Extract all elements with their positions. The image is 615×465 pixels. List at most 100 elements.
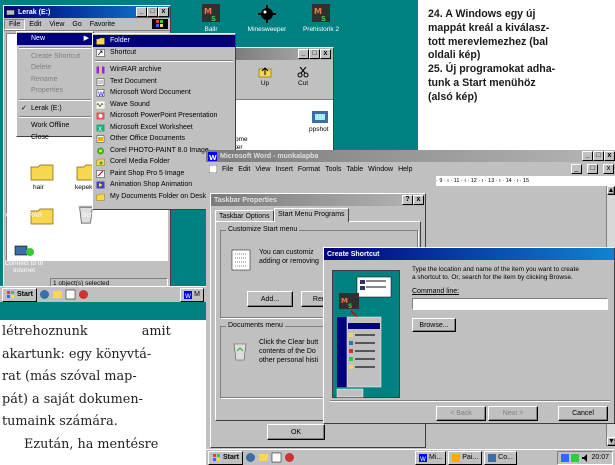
word-menu-format[interactable]: Format xyxy=(298,166,320,173)
article-line: létrehoznunk amit xyxy=(2,321,198,344)
help-button[interactable]: ? xyxy=(402,195,413,205)
up-tool[interactable]: Up xyxy=(253,66,277,87)
menu-file[interactable]: File xyxy=(4,18,26,30)
close-button[interactable]: x xyxy=(413,195,424,205)
create-shortcut-dialog[interactable]: Create Shortcut MS Type the location and… xyxy=(323,247,615,424)
word-menu-window[interactable]: Window xyxy=(368,166,393,173)
menu-item-rename[interactable]: Rename xyxy=(17,74,93,86)
menu-edit[interactable]: Edit xyxy=(25,21,45,28)
submenu-item-winrar[interactable]: WinRAR archive xyxy=(93,64,235,76)
word-menu-help[interactable]: Help xyxy=(398,166,412,173)
maximize-button[interactable]: □ xyxy=(593,151,604,161)
taskbar-button[interactable]: W M xyxy=(180,287,204,302)
submenu-item-text[interactable]: Text Document xyxy=(93,76,235,88)
dialog-title: Taskbar Properties xyxy=(214,196,277,204)
doc-close-button[interactable]: x xyxy=(603,164,614,174)
explorer-behind-toolbar: Up Cut xyxy=(233,60,333,100)
folder-icon[interactable] xyxy=(29,162,55,182)
scroll-down-button[interactable]: ▼ xyxy=(607,437,615,446)
close-button[interactable]: x xyxy=(320,49,331,59)
desktop-icon-label: COMPLRAR xyxy=(5,212,43,219)
speaker-icon[interactable] xyxy=(581,453,589,462)
taskbar-button-control[interactable]: Co... xyxy=(484,450,517,465)
submenu-item-powerpoint[interactable]: Microsoft PowerPoint Presentation xyxy=(93,110,235,122)
desktop-icon-connect-internet[interactable]: Connect to th Internet xyxy=(2,244,46,274)
tray-icon[interactable] xyxy=(561,453,570,462)
bottom-screenshot: W Microsoft Word - munkalapba _ □ x File E… xyxy=(206,150,615,465)
doc-minimize-button[interactable]: _ xyxy=(571,164,582,174)
menu-item-work-offline[interactable]: Work Offline xyxy=(17,120,93,132)
quicklaunch-icon[interactable] xyxy=(39,289,50,300)
word-menu-table[interactable]: Table xyxy=(346,166,363,173)
submenu-item-word[interactable]: W Microsoft Word Document xyxy=(93,87,235,99)
recycle-icon xyxy=(233,343,247,361)
minimize-button[interactable]: _ xyxy=(136,7,147,17)
start-menu-illustration-icon: MS xyxy=(336,276,392,398)
next-button[interactable]: Next > xyxy=(488,406,538,421)
menu-go[interactable]: Go xyxy=(68,21,85,28)
caption-line: tunk a Start menühöz xyxy=(428,76,536,89)
word-menu-tools[interactable]: Tools xyxy=(325,166,341,173)
clock[interactable]: 20:07 xyxy=(591,454,609,461)
explorer-titlebar: Lerak (E:) _ □ x xyxy=(4,6,170,18)
ok-button[interactable]: OK xyxy=(267,424,325,440)
submenu-item-wave[interactable]: Wave Sound xyxy=(93,99,235,111)
scheduled-tasks-label[interactable]: Scheduled Tasks xyxy=(82,212,131,219)
tray-icon[interactable] xyxy=(571,453,580,462)
menu-separator xyxy=(19,46,91,49)
menu-item-new[interactable]: New ▶ xyxy=(17,33,93,45)
word-menu-insert[interactable]: Insert xyxy=(275,166,293,173)
maximize-button[interactable]: □ xyxy=(309,49,320,59)
cut-tool[interactable]: Cut xyxy=(291,66,315,87)
close-button[interactable]: x xyxy=(604,151,615,161)
submenu-item-office[interactable]: Other Office Documents xyxy=(93,133,235,145)
svg-text:W: W xyxy=(185,293,191,299)
quicklaunch-icon[interactable] xyxy=(271,452,282,463)
menu-separator xyxy=(19,116,91,118)
quicklaunch-icon[interactable] xyxy=(245,452,256,463)
maximize-button[interactable]: □ xyxy=(147,7,158,17)
quicklaunch-icon[interactable] xyxy=(52,289,63,300)
menu-item-properties[interactable]: Properties xyxy=(17,85,93,97)
add-button[interactable]: Add... xyxy=(247,291,293,307)
desktop-icon-ballr[interactable]: MS Ballr xyxy=(196,2,226,33)
quicklaunch-icon[interactable] xyxy=(65,289,76,300)
minimize-button[interactable]: _ xyxy=(298,49,309,59)
quicklaunch-icon[interactable] xyxy=(78,289,89,300)
svg-text:S: S xyxy=(211,15,216,23)
desktop-icon-prehistorik[interactable]: MS Prehistorik 2 xyxy=(296,2,346,33)
back-button[interactable]: < Back xyxy=(436,406,486,421)
start-button[interactable]: Start xyxy=(2,287,37,302)
word-menu-file[interactable]: File xyxy=(222,166,233,173)
quicklaunch-icon[interactable] xyxy=(284,452,295,463)
doc-icon xyxy=(209,165,217,173)
submenu-item-shortcut[interactable]: Shortcut xyxy=(93,47,235,59)
desktop-icon-minesweeper[interactable]: Minesweeper xyxy=(243,2,291,33)
menu-favorites[interactable]: Favorite xyxy=(86,21,119,28)
scroll-up-button[interactable]: ▲ xyxy=(607,186,615,195)
word-menu-view[interactable]: View xyxy=(255,166,270,173)
menu-item-close[interactable]: Close xyxy=(17,132,93,144)
submenu-item-folder[interactable]: Folder xyxy=(93,35,235,47)
menu-item-create-shortcut[interactable]: Create Shortcut xyxy=(17,51,93,63)
cancel-button[interactable]: Cancel xyxy=(558,406,608,421)
internet-connect-icon xyxy=(14,245,34,256)
tab-start-menu-programs[interactable]: Start Menu Programs xyxy=(274,208,349,222)
quicklaunch-icon[interactable] xyxy=(258,452,269,463)
menu-item-delete[interactable]: Delete xyxy=(17,62,93,74)
start-button[interactable]: Start xyxy=(208,450,243,465)
browse-button[interactable]: Browse... xyxy=(412,318,456,332)
desktop-icon-complrar[interactable]: COMPLRAR (2) xyxy=(2,212,46,226)
word-menu-edit[interactable]: Edit xyxy=(238,166,250,173)
taskbar-properties-titlebar: Taskbar Properties ? x xyxy=(211,194,425,206)
menu-item-drive[interactable]: ✓ Lerak (E:) xyxy=(17,103,93,115)
taskbar-button-paint[interactable]: Pai... xyxy=(448,450,483,465)
doc-maximize-button[interactable]: □ xyxy=(587,164,598,174)
menu-view[interactable]: View xyxy=(45,21,68,28)
submenu-item-excel[interactable]: X Microsoft Excel Worksheet xyxy=(93,122,235,134)
create-shortcut-titlebar: Create Shortcut xyxy=(324,248,614,260)
taskbar-button-word[interactable]: W Mi... xyxy=(414,450,447,465)
minimize-button[interactable]: _ xyxy=(582,151,593,161)
close-button[interactable]: x xyxy=(158,7,169,17)
command-line-input[interactable] xyxy=(412,298,608,310)
